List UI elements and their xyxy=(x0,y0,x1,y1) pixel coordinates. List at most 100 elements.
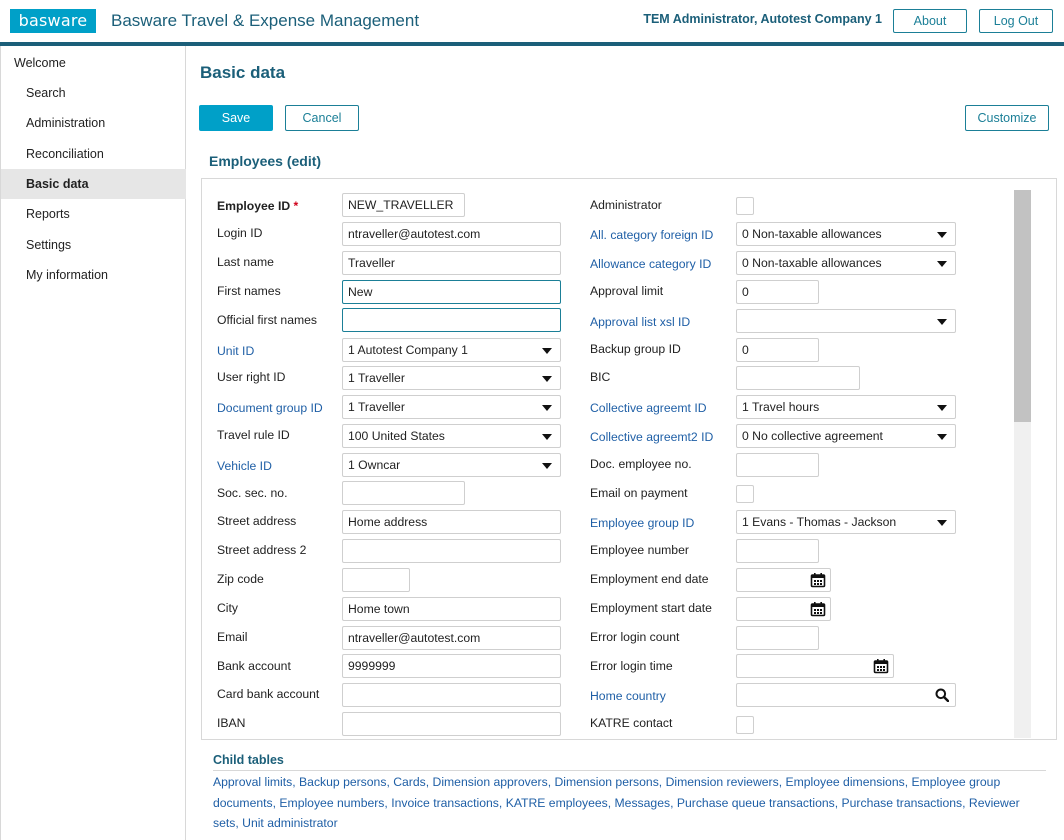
sidebar-item-reports[interactable]: Reports xyxy=(1,199,186,229)
sidebar-item-basic-data[interactable]: Basic data xyxy=(1,169,186,199)
error-login-time-field[interactable] xyxy=(736,654,894,678)
backup-group-id-field[interactable]: 0 xyxy=(736,338,819,362)
street-address-2-field[interactable] xyxy=(342,539,561,563)
sidebar-item-my-information[interactable]: My information xyxy=(1,260,186,290)
employee-group-id-label[interactable]: Employee group ID xyxy=(590,516,694,530)
allowance-category-id-select[interactable]: 0 Non-taxable allowances xyxy=(736,251,956,275)
bank-account-label: Bank account xyxy=(217,659,291,673)
city-label: City xyxy=(217,601,238,615)
child-link-dimension-approvers[interactable]: Dimension approvers xyxy=(433,775,548,789)
sidebar-item-welcome[interactable]: Welcome xyxy=(1,48,186,78)
street-address-2-label: Street address 2 xyxy=(217,543,307,557)
calendar-icon[interactable] xyxy=(873,658,889,674)
document-group-id-select[interactable]: 1 Traveller xyxy=(342,395,561,419)
employee-number-field[interactable] xyxy=(736,539,819,563)
administrator-label: Administrator xyxy=(590,198,662,212)
unit-id-label[interactable]: Unit ID xyxy=(217,344,254,358)
katre-contact-label: KATRE contact xyxy=(590,716,673,730)
travel-rule-id-select[interactable]: 100 United States xyxy=(342,424,561,448)
child-link-approval-limits[interactable]: Approval limits xyxy=(213,775,292,789)
calendar-icon[interactable] xyxy=(810,601,826,617)
sidebar-item-settings[interactable]: Settings xyxy=(1,230,186,260)
unit-id-select[interactable]: 1 Autotest Company 1 xyxy=(342,338,561,362)
zip-code-field[interactable] xyxy=(342,568,410,592)
zip-code-label: Zip code xyxy=(217,572,264,586)
error-login-count-field[interactable] xyxy=(736,626,819,650)
employment-end-date-label: Employment end date xyxy=(590,572,709,586)
child-tables-links: Approval limits, Backup persons, Cards, … xyxy=(213,775,1020,830)
child-link-employee-dimensions[interactable]: Employee dimensions xyxy=(785,775,904,789)
required-marker: * xyxy=(293,199,299,213)
all-category-foreign-id-select[interactable]: 0 Non-taxable allowances xyxy=(736,222,956,246)
about-button[interactable]: About xyxy=(893,9,967,33)
logout-button[interactable]: Log Out xyxy=(979,9,1053,33)
bic-field[interactable] xyxy=(736,366,860,390)
child-link-katre-employees[interactable]: KATRE employees xyxy=(506,796,608,810)
search-icon[interactable] xyxy=(935,688,949,702)
street-address-field[interactable]: Home address xyxy=(342,510,561,534)
approval-list-xsl-id-label[interactable]: Approval list xsl ID xyxy=(590,315,690,329)
collective-agreemt2-id-select[interactable]: 0 No collective agreement xyxy=(736,424,956,448)
iban-field[interactable] xyxy=(342,712,561,736)
city-field[interactable]: Home town xyxy=(342,597,561,621)
card-bank-account-label: Card bank account xyxy=(217,687,320,701)
administrator-checkbox[interactable] xyxy=(736,197,754,215)
form-scrollbar[interactable] xyxy=(1014,190,1031,738)
all-category-foreign-id-label[interactable]: All. category foreign ID xyxy=(590,228,713,242)
child-link-cards[interactable]: Cards xyxy=(393,775,426,789)
child-link-invoice-transactions[interactable]: Invoice transactions xyxy=(391,796,499,810)
calendar-icon[interactable] xyxy=(810,572,826,588)
child-link-dimension-persons[interactable]: Dimension persons xyxy=(554,775,658,789)
employment-end-date-field[interactable] xyxy=(736,568,831,592)
email-on-payment-label: Email on payment xyxy=(590,486,688,500)
child-link-dimension-reviewers[interactable]: Dimension reviewers xyxy=(666,775,779,789)
bank-account-field[interactable]: 9999999 xyxy=(342,654,561,678)
doc-employee-no-field[interactable] xyxy=(736,453,819,477)
allowance-category-id-label[interactable]: Allowance category ID xyxy=(590,257,711,271)
child-tables-title: Child tables xyxy=(213,753,284,767)
sidebar-item-reconciliation[interactable]: Reconciliation xyxy=(1,139,186,169)
sidebar: Welcome Search Administration Reconcilia… xyxy=(0,46,186,840)
child-link-employee-numbers[interactable]: Employee numbers xyxy=(279,796,384,810)
employee-id-label: Employee ID * xyxy=(217,199,299,213)
child-link-purchase-queue-transactions[interactable]: Purchase queue transactions xyxy=(677,796,835,810)
document-group-id-label[interactable]: Document group ID xyxy=(217,401,323,415)
card-bank-account-field[interactable] xyxy=(342,683,561,707)
app-title: Basware Travel & Expense Management xyxy=(111,11,420,30)
vehicle-id-label[interactable]: Vehicle ID xyxy=(217,459,272,473)
collective-agreemt2-id-label[interactable]: Collective agreemt2 ID xyxy=(590,430,713,444)
katre-contact-checkbox[interactable] xyxy=(736,716,754,734)
child-link-unit-administrator[interactable]: Unit administrator xyxy=(242,816,338,830)
child-link-backup-persons[interactable]: Backup persons xyxy=(299,775,386,789)
sidebar-item-search[interactable]: Search xyxy=(1,78,186,108)
employee-group-id-select[interactable]: 1 Evans - Thomas - Jackson xyxy=(736,510,956,534)
scrollbar-thumb[interactable] xyxy=(1014,190,1031,422)
sidebar-item-administration[interactable]: Administration xyxy=(1,108,186,138)
last-name-label: Last name xyxy=(217,255,274,269)
customize-button[interactable]: Customize xyxy=(965,105,1049,131)
login-id-field[interactable]: ntraveller@autotest.com xyxy=(342,222,561,246)
last-name-field[interactable]: Traveller xyxy=(342,251,561,275)
home-country-field[interactable] xyxy=(736,683,956,707)
user-right-id-select[interactable]: 1 Traveller xyxy=(342,366,561,390)
collective-agreemt-id-label[interactable]: Collective agreemt ID xyxy=(590,401,707,415)
error-login-count-label: Error login count xyxy=(590,630,680,644)
employment-start-date-field[interactable] xyxy=(736,597,831,621)
save-button[interactable]: Save xyxy=(199,105,273,131)
cancel-button[interactable]: Cancel xyxy=(285,105,359,131)
soc-sec-no-field[interactable] xyxy=(342,481,465,505)
official-first-names-field[interactable] xyxy=(342,308,561,332)
home-country-label[interactable]: Home country xyxy=(590,689,666,703)
vehicle-id-select[interactable]: 1 Owncar xyxy=(342,453,561,477)
email-field[interactable]: ntraveller@autotest.com xyxy=(342,626,561,650)
child-link-purchase-transactions[interactable]: Purchase transactions xyxy=(842,796,963,810)
approval-list-xsl-id-select[interactable] xyxy=(736,309,956,333)
approval-limit-field[interactable]: 0 xyxy=(736,280,819,304)
basware-logo[interactable]: basware xyxy=(10,9,96,33)
official-first-names-label: Official first names xyxy=(217,313,318,327)
employee-id-field[interactable]: NEW_TRAVELLER xyxy=(342,193,465,217)
first-names-field[interactable]: New xyxy=(342,280,561,304)
collective-agreemt-id-select[interactable]: 1 Travel hours xyxy=(736,395,956,419)
child-link-messages[interactable]: Messages xyxy=(615,796,671,810)
email-on-payment-checkbox[interactable] xyxy=(736,485,754,503)
